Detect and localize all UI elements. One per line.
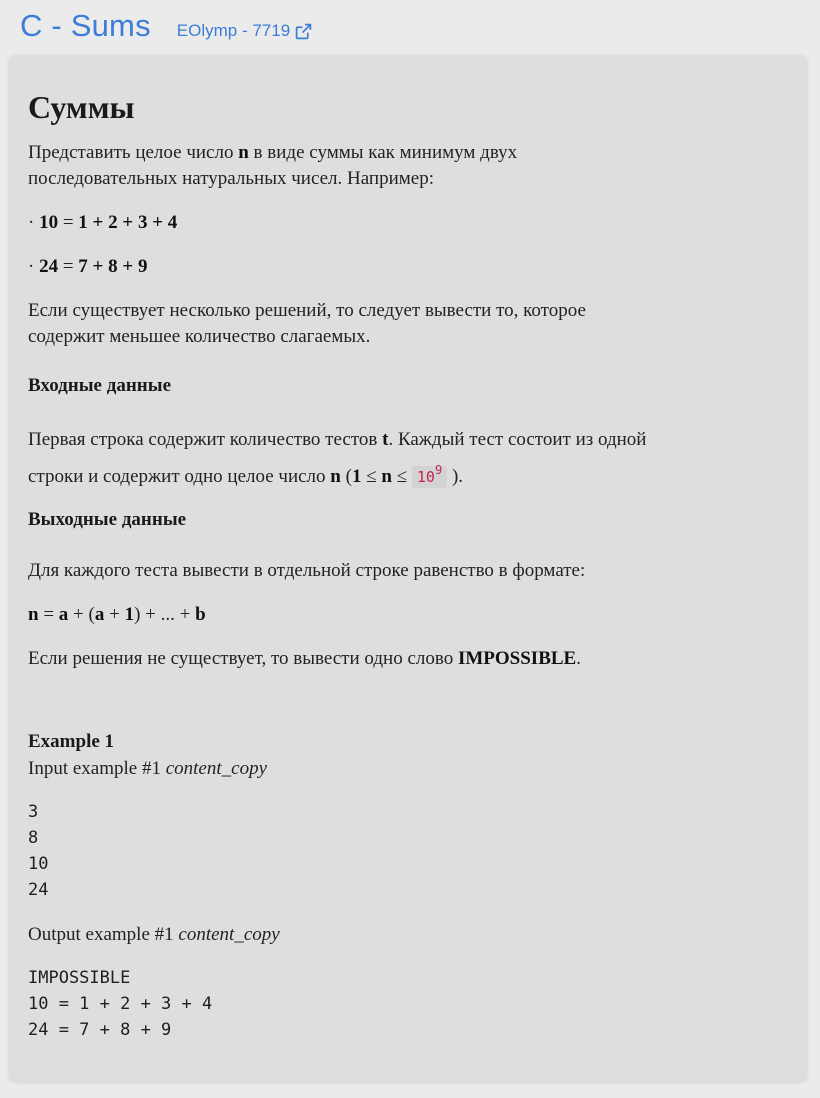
- constraint-max-code: 109: [411, 463, 448, 488]
- output-format: n = a + (a + 1) + ... + b: [28, 602, 788, 628]
- content-copy-icon[interactable]: content_copy: [178, 924, 279, 945]
- problem-heading: Суммы: [28, 89, 135, 125]
- code-base: 10: [416, 468, 435, 486]
- problem-intro: Представить целое число n в виде суммы к…: [28, 140, 788, 192]
- input-heading: Входные данные: [28, 375, 172, 396]
- format-var: n: [28, 604, 39, 625]
- input-line: 3: [28, 802, 39, 822]
- external-link-icon: [295, 23, 312, 39]
- output-line: 24 = 7 + 8 + 9: [28, 1020, 172, 1040]
- page-header: C - Sums EOlymp - 7719: [20, 8, 312, 52]
- sum-rhs: 7 + 8 + 9: [78, 256, 148, 277]
- sum-lhs: 10: [39, 212, 59, 233]
- output-heading: Выходные данные: [28, 509, 187, 530]
- sum-rhs: 1 + 2 + 3 + 4: [78, 212, 178, 233]
- bullet: ·: [28, 256, 35, 277]
- input-text: строки и содержит одно целое число: [28, 466, 331, 487]
- input-text: (: [340, 466, 352, 487]
- output-example-title: Output example #1: [28, 924, 174, 945]
- format-text: =: [38, 604, 59, 625]
- var-n: n: [330, 466, 341, 487]
- impossible-keyword: IMPOSSIBLE: [457, 648, 577, 669]
- input-description: Первая строка содержит количество тестов…: [28, 424, 788, 493]
- input-line: 10: [28, 854, 49, 874]
- output-example-label: Output example #1 content_copy: [28, 922, 788, 948]
- impossible-note: Если решения не существует, то вывести о…: [28, 646, 788, 672]
- problem-title-link[interactable]: C - Sums: [20, 8, 151, 44]
- format-var: 1: [124, 604, 135, 625]
- format-text: +: [104, 604, 125, 625]
- example-sum-1: · 10 = 1 + 2 + 3 + 4: [28, 210, 788, 236]
- output-line: 10 = 1 + 2 + 3 + 4: [28, 994, 213, 1014]
- intro-text: в виде суммы как минимум двух: [248, 142, 518, 163]
- example-heading: Example 1: [28, 731, 115, 752]
- intro-var-n: n: [238, 142, 249, 163]
- var-n: n: [381, 466, 392, 487]
- sum-lhs: 24: [39, 256, 59, 277]
- bullet: ·: [28, 212, 35, 233]
- intro-text: последовательных натуральных чисел. Напр…: [28, 168, 435, 189]
- impossible-text: Если решения не существует, то вывести о…: [28, 648, 458, 669]
- equals: =: [58, 212, 79, 233]
- source-link[interactable]: EOlymp - 7719: [177, 21, 312, 41]
- format-var: a: [94, 604, 105, 625]
- equals: =: [58, 256, 79, 277]
- le-sign: ≤: [391, 466, 412, 487]
- format-var: a: [58, 604, 69, 625]
- format-text: + (: [68, 604, 95, 625]
- input-text: . Каждый тест состоит из одной: [388, 429, 647, 450]
- input-example-title: Input example #1: [28, 758, 161, 779]
- content-copy-icon[interactable]: content_copy: [166, 758, 267, 779]
- input-text: Первая строка содержит количество тестов: [28, 429, 383, 450]
- source-link-label: EOlymp - 7719: [176, 21, 291, 40]
- note-text: содержит меньшее количество слагаемых.: [28, 326, 371, 347]
- multiple-solutions-note: Если существует несколько решений, то сл…: [28, 298, 788, 350]
- code-exponent: 9: [434, 463, 443, 477]
- example-sum-2: · 24 = 7 + 8 + 9: [28, 254, 788, 280]
- output-description: Для каждого теста вывести в отдельной ст…: [28, 560, 586, 581]
- input-text: ).: [447, 466, 464, 487]
- le-sign: ≤: [361, 466, 382, 487]
- format-var: b: [195, 604, 206, 625]
- input-line: 8: [28, 828, 39, 848]
- intro-text: Представить целое число: [28, 142, 239, 163]
- impossible-text: .: [576, 648, 581, 669]
- format-text: ) + ... +: [134, 604, 196, 625]
- note-text: Если существует несколько решений, то сл…: [28, 300, 586, 321]
- input-line: 24: [28, 880, 49, 900]
- problem-card: Суммы Представить целое число n в виде с…: [9, 55, 807, 1081]
- input-example-label: Input example #1 content_copy: [28, 756, 788, 782]
- output-line: IMPOSSIBLE: [28, 968, 131, 988]
- input-example-block: 3 8 10 24: [28, 799, 48, 903]
- output-example-block: IMPOSSIBLE 10 = 1 + 2 + 3 + 4 24 = 7 + 8…: [28, 965, 212, 1043]
